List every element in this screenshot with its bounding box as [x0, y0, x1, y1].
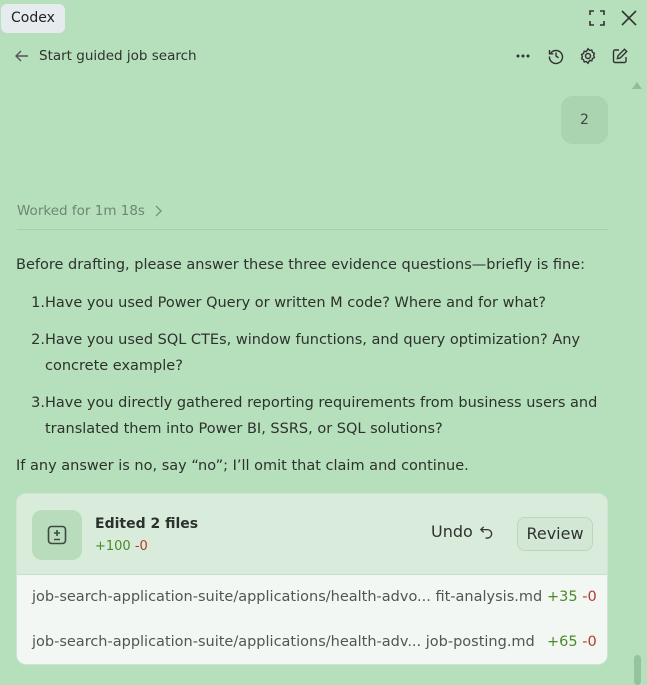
edited-files-header: Edited 2 files +100 -0 Undo Review — [17, 494, 607, 575]
edited-files-stats: +100 -0 — [95, 539, 148, 554]
compose-icon[interactable] — [610, 46, 630, 66]
app-name-tag: Codex — [1, 4, 65, 33]
divider — [17, 229, 608, 230]
user-message-bubble: 2 — [561, 96, 608, 144]
undo-button[interactable]: Undo — [431, 522, 494, 541]
file-row[interactable]: job-search-application-suite/application… — [17, 621, 607, 664]
file-row[interactable]: job-search-application-suite/application… — [17, 576, 607, 621]
gear-icon[interactable] — [578, 46, 598, 66]
conversation-title: Start guided job search — [39, 48, 197, 64]
list-text: Have you used Power Query or written M c… — [45, 295, 546, 311]
arrow-left-icon[interactable] — [14, 48, 30, 64]
worked-duration-label: Worked for 1m 18s — [17, 203, 145, 219]
lines-removed: -0 — [582, 589, 597, 605]
list-text: Have you directly gathered reporting req… — [45, 395, 598, 411]
assistant-outro-text: If any answer is no, say “no”; I’ll omit… — [16, 458, 469, 474]
file-path: job-search-application-suite/application… — [32, 634, 535, 650]
lines-removed: -0 — [134, 539, 148, 554]
list-item: 3. Have you directly gathered reporting … — [16, 390, 606, 442]
more-horizontal-icon[interactable] — [513, 46, 533, 66]
file-stats: +65 -0 — [547, 634, 597, 650]
file-path: job-search-application-suite/application… — [32, 589, 543, 605]
lines-added: +65 — [547, 634, 578, 650]
list-text: Have you used SQL CTEs, window functions… — [45, 332, 581, 348]
list-text: translated them into Power BI, SSRS, or … — [45, 421, 443, 437]
history-icon[interactable] — [546, 46, 566, 66]
list-text: concrete example? — [45, 358, 183, 374]
review-button[interactable]: Review — [517, 517, 593, 551]
scroll-up-arrow[interactable] — [632, 82, 642, 89]
chevron-right-icon — [155, 205, 162, 217]
file-stats: +35 -0 — [547, 589, 597, 605]
lines-added: +35 — [547, 589, 578, 605]
lines-removed: -0 — [582, 634, 597, 650]
question-list: 1. Have you used Power Query or written … — [16, 290, 606, 453]
edited-files-card: Edited 2 files +100 -0 Undo Review job-s… — [16, 493, 608, 665]
scrollbar-thumb[interactable] — [634, 655, 641, 685]
undo-label: Undo — [431, 522, 473, 541]
assistant-intro-text: Before drafting, please answer these thr… — [16, 257, 586, 273]
close-icon[interactable] — [619, 8, 639, 28]
diff-file-icon — [32, 510, 82, 560]
list-number: 2. — [31, 332, 45, 348]
edited-files-title: Edited 2 files — [95, 516, 199, 532]
conversation-header: Start guided job search — [0, 44, 647, 70]
list-item: 2. Have you used SQL CTEs, window functi… — [16, 327, 606, 379]
undo-icon — [479, 526, 493, 539]
list-number: 1. — [31, 295, 45, 311]
list-number: 3. — [31, 395, 45, 411]
expand-icon[interactable] — [587, 8, 607, 28]
lines-added: +100 — [95, 539, 131, 554]
list-item: 1. Have you used Power Query or written … — [16, 290, 606, 316]
worked-duration-toggle[interactable]: Worked for 1m 18s — [17, 203, 163, 219]
